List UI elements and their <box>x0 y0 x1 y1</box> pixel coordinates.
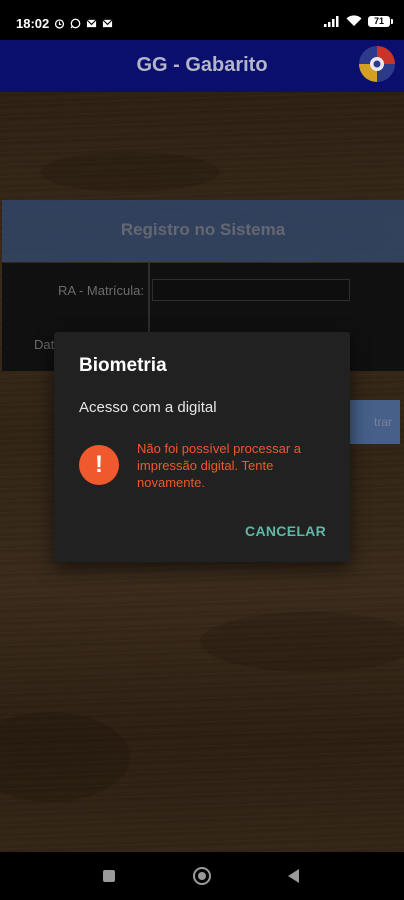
wifi-icon <box>346 15 362 26</box>
app-bar: GG - Gabarito <box>0 40 404 94</box>
signal-icon <box>324 15 339 27</box>
dialog-title: Biometria <box>79 355 167 376</box>
mail-icon <box>102 19 113 28</box>
alarm-icon <box>55 19 65 29</box>
dialog-subtitle: Acesso com a digital <box>79 399 217 416</box>
whatsapp-icon <box>70 18 81 29</box>
error-icon: ! <box>79 445 119 485</box>
biometric-dialog: Biometria Acesso com a digital ! Não foi… <box>54 332 350 562</box>
app-logo-icon[interactable] <box>358 45 396 83</box>
status-bar-left: 18:02 <box>16 16 113 31</box>
home-icon[interactable] <box>193 867 211 885</box>
status-bar: 18:02 71 <box>0 0 404 40</box>
status-bar-right: 71 <box>324 15 393 27</box>
mail-icon <box>86 19 97 28</box>
app-title: GG - Gabarito <box>136 54 268 76</box>
back-icon[interactable] <box>288 869 299 883</box>
battery-icon: 71 <box>368 15 393 27</box>
cancel-button[interactable]: CANCELAR <box>245 523 326 539</box>
error-message: Não foi possível processar a impressão d… <box>137 441 302 490</box>
status-time: 18:02 <box>16 16 50 31</box>
navigation-bar <box>0 852 404 900</box>
recent-apps-icon[interactable] <box>103 870 115 882</box>
